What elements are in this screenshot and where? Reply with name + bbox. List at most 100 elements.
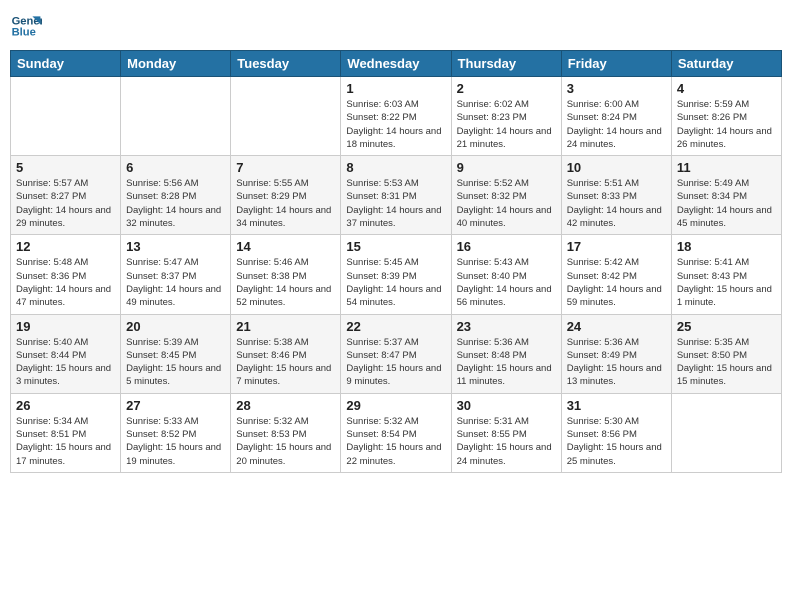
day-info: Sunrise: 5:46 AM Sunset: 8:38 PM Dayligh… <box>236 256 335 309</box>
day-number: 23 <box>457 319 556 334</box>
day-number: 24 <box>567 319 666 334</box>
day-number: 2 <box>457 81 556 96</box>
calendar-cell: 10 Sunrise: 5:51 AM Sunset: 8:33 PM Dayli… <box>561 156 671 235</box>
calendar-cell: 15 Sunrise: 5:45 AM Sunset: 8:39 PM Dayli… <box>341 235 451 314</box>
logo-icon: General Blue <box>10 10 42 42</box>
day-info: Sunrise: 5:33 AM Sunset: 8:52 PM Dayligh… <box>126 415 225 468</box>
day-info: Sunrise: 5:39 AM Sunset: 8:45 PM Dayligh… <box>126 336 225 389</box>
day-info: Sunrise: 5:43 AM Sunset: 8:40 PM Dayligh… <box>457 256 556 309</box>
day-number: 22 <box>346 319 445 334</box>
day-number: 16 <box>457 239 556 254</box>
weekday-header-friday: Friday <box>561 51 671 77</box>
day-info: Sunrise: 5:42 AM Sunset: 8:42 PM Dayligh… <box>567 256 666 309</box>
day-number: 26 <box>16 398 115 413</box>
day-info: Sunrise: 5:51 AM Sunset: 8:33 PM Dayligh… <box>567 177 666 230</box>
day-info: Sunrise: 5:53 AM Sunset: 8:31 PM Dayligh… <box>346 177 445 230</box>
calendar-cell: 14 Sunrise: 5:46 AM Sunset: 8:38 PM Dayli… <box>231 235 341 314</box>
weekday-header-wednesday: Wednesday <box>341 51 451 77</box>
calendar-cell: 18 Sunrise: 5:41 AM Sunset: 8:43 PM Dayli… <box>671 235 781 314</box>
day-info: Sunrise: 5:37 AM Sunset: 8:47 PM Dayligh… <box>346 336 445 389</box>
calendar-cell: 25Sunrise: 5:35 AM Sunset: 8:50 PM Dayli… <box>671 314 781 393</box>
calendar-cell: 7Sunrise: 5:55 AM Sunset: 8:29 PM Daylig… <box>231 156 341 235</box>
calendar-cell: 30 Sunrise: 5:31 AM Sunset: 8:55 PM Dayli… <box>451 393 561 472</box>
day-info: Sunrise: 5:40 AM Sunset: 8:44 PM Dayligh… <box>16 336 115 389</box>
day-number: 31 <box>567 398 666 413</box>
day-info: Sunrise: 6:00 AM Sunset: 8:24 PM Dayligh… <box>567 98 666 151</box>
day-number: 11 <box>677 160 776 175</box>
day-number: 4 <box>677 81 776 96</box>
calendar-cell: 23 Sunrise: 5:36 AM Sunset: 8:48 PM Dayli… <box>451 314 561 393</box>
calendar-cell: 24 Sunrise: 5:36 AM Sunset: 8:49 PM Dayli… <box>561 314 671 393</box>
day-info: Sunrise: 5:55 AM Sunset: 8:29 PM Dayligh… <box>236 177 335 230</box>
calendar-cell: 8 Sunrise: 5:53 AM Sunset: 8:31 PM Daylig… <box>341 156 451 235</box>
calendar-cell: 28 Sunrise: 5:32 AM Sunset: 8:53 PM Dayli… <box>231 393 341 472</box>
day-info: Sunrise: 5:57 AM Sunset: 8:27 PM Dayligh… <box>16 177 115 230</box>
calendar-cell: 5 Sunrise: 5:57 AM Sunset: 8:27 PM Daylig… <box>11 156 121 235</box>
day-number: 28 <box>236 398 335 413</box>
calendar-cell: 6 Sunrise: 5:56 AM Sunset: 8:28 PM Daylig… <box>121 156 231 235</box>
calendar-cell <box>121 77 231 156</box>
day-info: Sunrise: 5:34 AM Sunset: 8:51 PM Dayligh… <box>16 415 115 468</box>
calendar-cell: 19 Sunrise: 5:40 AM Sunset: 8:44 PM Dayli… <box>11 314 121 393</box>
day-number: 9 <box>457 160 556 175</box>
calendar-cell <box>11 77 121 156</box>
day-number: 21 <box>236 319 335 334</box>
day-info: Sunrise: 5:32 AM Sunset: 8:54 PM Dayligh… <box>346 415 445 468</box>
day-info: Sunrise: 5:36 AM Sunset: 8:49 PM Dayligh… <box>567 336 666 389</box>
day-number: 19 <box>16 319 115 334</box>
calendar-cell: 27 Sunrise: 5:33 AM Sunset: 8:52 PM Dayli… <box>121 393 231 472</box>
day-number: 13 <box>126 239 225 254</box>
calendar-cell <box>231 77 341 156</box>
day-number: 1 <box>346 81 445 96</box>
calendar-cell: 22 Sunrise: 5:37 AM Sunset: 8:47 PM Dayli… <box>341 314 451 393</box>
day-number: 6 <box>126 160 225 175</box>
day-number: 18 <box>677 239 776 254</box>
weekday-header-thursday: Thursday <box>451 51 561 77</box>
calendar-cell: 17 Sunrise: 5:42 AM Sunset: 8:42 PM Dayli… <box>561 235 671 314</box>
day-number: 29 <box>346 398 445 413</box>
day-info: Sunrise: 5:41 AM Sunset: 8:43 PM Dayligh… <box>677 256 776 309</box>
day-info: Sunrise: 5:48 AM Sunset: 8:36 PM Dayligh… <box>16 256 115 309</box>
day-info: Sunrise: 6:03 AM Sunset: 8:22 PM Dayligh… <box>346 98 445 151</box>
calendar-cell: 16 Sunrise: 5:43 AM Sunset: 8:40 PM Dayli… <box>451 235 561 314</box>
calendar-cell: 12 Sunrise: 5:48 AM Sunset: 8:36 PM Dayli… <box>11 235 121 314</box>
calendar-cell: 3 Sunrise: 6:00 AM Sunset: 8:24 PM Daylig… <box>561 77 671 156</box>
day-info: Sunrise: 5:56 AM Sunset: 8:28 PM Dayligh… <box>126 177 225 230</box>
weekday-header-monday: Monday <box>121 51 231 77</box>
day-info: Sunrise: 5:36 AM Sunset: 8:48 PM Dayligh… <box>457 336 556 389</box>
day-info: Sunrise: 5:35 AM Sunset: 8:50 PM Dayligh… <box>677 336 776 389</box>
day-info: Sunrise: 5:38 AM Sunset: 8:46 PM Dayligh… <box>236 336 335 389</box>
day-number: 15 <box>346 239 445 254</box>
day-info: Sunrise: 5:32 AM Sunset: 8:53 PM Dayligh… <box>236 415 335 468</box>
day-number: 17 <box>567 239 666 254</box>
calendar-cell: 4 Sunrise: 5:59 AM Sunset: 8:26 PM Daylig… <box>671 77 781 156</box>
day-number: 5 <box>16 160 115 175</box>
calendar-cell: 31 Sunrise: 5:30 AM Sunset: 8:56 PM Dayli… <box>561 393 671 472</box>
svg-text:Blue: Blue <box>12 27 36 39</box>
day-number: 27 <box>126 398 225 413</box>
day-number: 12 <box>16 239 115 254</box>
day-info: Sunrise: 5:31 AM Sunset: 8:55 PM Dayligh… <box>457 415 556 468</box>
calendar-table: SundayMondayTuesdayWednesdayThursdayFrid… <box>10 50 782 473</box>
calendar-cell <box>671 393 781 472</box>
day-info: Sunrise: 5:45 AM Sunset: 8:39 PM Dayligh… <box>346 256 445 309</box>
calendar-cell: 20 Sunrise: 5:39 AM Sunset: 8:45 PM Dayli… <box>121 314 231 393</box>
day-number: 30 <box>457 398 556 413</box>
day-info: Sunrise: 5:49 AM Sunset: 8:34 PM Dayligh… <box>677 177 776 230</box>
day-info: Sunrise: 5:30 AM Sunset: 8:56 PM Dayligh… <box>567 415 666 468</box>
calendar-cell: 2Sunrise: 6:02 AM Sunset: 8:23 PM Daylig… <box>451 77 561 156</box>
logo: General Blue <box>10 10 42 42</box>
day-number: 10 <box>567 160 666 175</box>
calendar-cell: 1 Sunrise: 6:03 AM Sunset: 8:22 PM Daylig… <box>341 77 451 156</box>
day-number: 3 <box>567 81 666 96</box>
weekday-header-saturday: Saturday <box>671 51 781 77</box>
calendar-cell: 26 Sunrise: 5:34 AM Sunset: 8:51 PM Dayli… <box>11 393 121 472</box>
day-info: Sunrise: 5:59 AM Sunset: 8:26 PM Dayligh… <box>677 98 776 151</box>
day-number: 14 <box>236 239 335 254</box>
calendar-cell: 11 Sunrise: 5:49 AM Sunset: 8:34 PM Dayli… <box>671 156 781 235</box>
day-info: Sunrise: 5:52 AM Sunset: 8:32 PM Dayligh… <box>457 177 556 230</box>
day-info: Sunrise: 5:47 AM Sunset: 8:37 PM Dayligh… <box>126 256 225 309</box>
day-number: 8 <box>346 160 445 175</box>
calendar-cell: 13 Sunrise: 5:47 AM Sunset: 8:37 PM Dayli… <box>121 235 231 314</box>
day-number: 20 <box>126 319 225 334</box>
